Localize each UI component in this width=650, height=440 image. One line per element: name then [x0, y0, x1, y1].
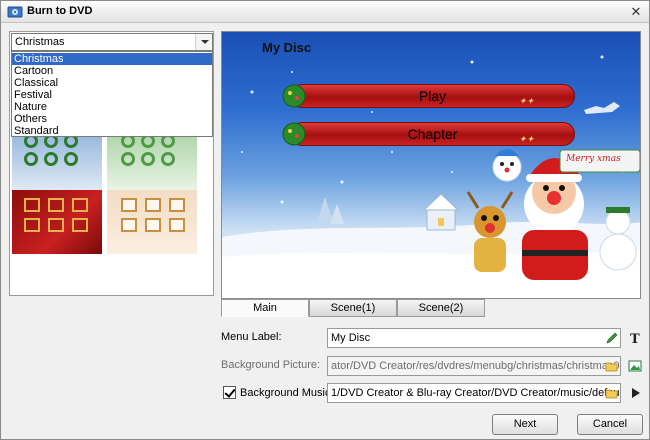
preview-play-decoration: ✦✦ — [518, 96, 534, 106]
theme-dropdown-list[interactable]: Christmas Cartoon Classical Festival Nat… — [11, 51, 213, 137]
folder-icon[interactable] — [605, 359, 618, 373]
theme-option-christmas[interactable]: Christmas — [12, 53, 212, 65]
tab-main[interactable]: Main — [221, 299, 309, 317]
dvd-burn-icon — [7, 6, 23, 18]
theme-option-cartoon[interactable]: Cartoon — [12, 65, 212, 77]
picture-icon[interactable] — [628, 359, 642, 373]
background-picture-input[interactable]: ator/DVD Creator/res/dvdres/menubg/chris… — [327, 356, 621, 376]
snow-scene-background — [222, 55, 640, 298]
theme-select-value: Christmas — [15, 36, 65, 48]
cancel-button[interactable]: Cancel — [577, 414, 643, 435]
svg-text:T: T — [630, 332, 640, 345]
text-format-icon[interactable]: T — [628, 331, 642, 345]
template-thumbnail[interactable] — [12, 190, 102, 254]
merry-xmas-banner: Merry xmas — [566, 154, 621, 164]
tab-scene-2[interactable]: Scene(2) — [397, 299, 485, 317]
template-thumbnail[interactable] — [107, 128, 197, 190]
background-music-caption: Background Music: — [240, 387, 334, 399]
preview-disc-title: My Disc — [262, 40, 312, 55]
preview-chapter-label: Chapter — [407, 126, 458, 142]
preview-chapter-button[interactable]: Chapter ✦✦ — [282, 122, 575, 146]
close-icon[interactable]: ✕ — [629, 5, 643, 19]
theme-option-standard[interactable]: Standard — [12, 125, 212, 137]
window-title: Burn to DVD — [27, 5, 93, 17]
theme-option-festival[interactable]: Festival — [12, 89, 212, 101]
background-picture-value: ator/DVD Creator/res/dvdres/menubg/chris… — [331, 360, 621, 372]
play-icon[interactable] — [628, 386, 642, 400]
next-button[interactable]: Next — [492, 414, 558, 435]
folder-icon[interactable] — [605, 386, 618, 400]
preview-chapter-decoration: ✦✦ — [518, 134, 534, 144]
theme-option-others[interactable]: Others — [12, 113, 212, 125]
christmas-ornament-icon — [282, 84, 306, 108]
background-music-input[interactable]: 1/DVD Creator & Blu-ray Creator/DVD Crea… — [327, 383, 621, 403]
background-music-checkbox[interactable] — [223, 386, 236, 399]
background-music-value: 1/DVD Creator & Blu-ray Creator/DVD Crea… — [331, 387, 621, 399]
chevron-down-icon[interactable] — [195, 34, 212, 50]
preview-play-button[interactable]: Play ✦✦ — [282, 84, 575, 108]
template-thumbnail[interactable] — [12, 128, 102, 190]
burn-to-dvd-window: Burn to DVD ✕ Christmas Christmas Cartoo… — [0, 0, 650, 440]
menu-label-caption: Menu Label: — [221, 331, 282, 343]
menu-preview[interactable]: My Disc Play ✦✦ Chapter ✦✦ Merry xmas — [221, 31, 641, 299]
tab-scene-1[interactable]: Scene(1) — [309, 299, 397, 317]
menu-label-input[interactable]: My Disc — [327, 328, 621, 348]
theme-select[interactable]: Christmas — [11, 33, 213, 51]
pencil-icon[interactable] — [605, 331, 618, 345]
preview-play-label: Play — [418, 88, 447, 104]
theme-option-classical[interactable]: Classical — [12, 77, 212, 89]
christmas-ornament-icon — [282, 122, 306, 146]
title-bar[interactable]: Burn to DVD ✕ — [1, 1, 649, 23]
background-picture-caption: Background Picture: — [221, 359, 321, 371]
template-thumbnail[interactable] — [107, 190, 197, 254]
theme-option-nature[interactable]: Nature — [12, 101, 212, 113]
menu-label-value: My Disc — [331, 332, 371, 344]
